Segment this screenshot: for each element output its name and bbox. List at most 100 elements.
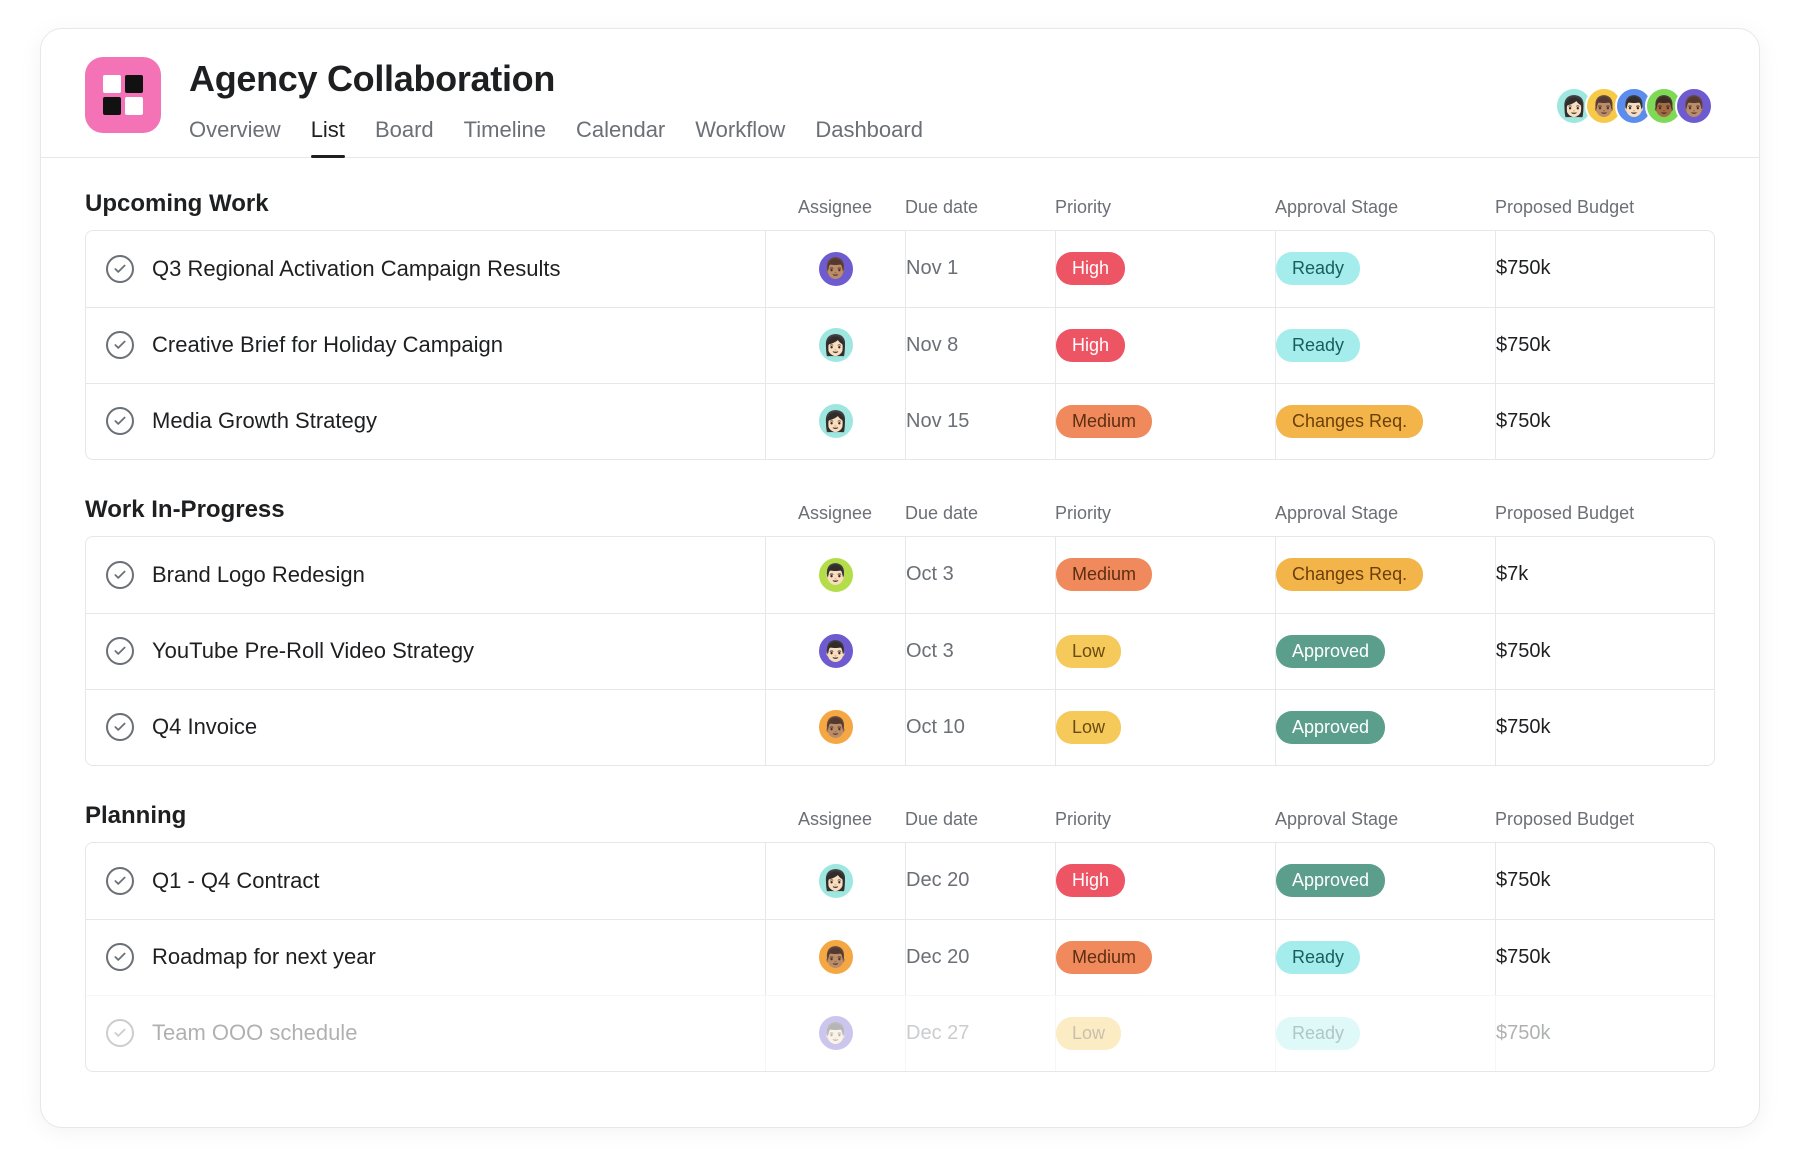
complete-check-icon[interactable]: [106, 407, 134, 435]
budget-cell[interactable]: $750k: [1496, 690, 1696, 765]
assignee-cell[interactable]: 👩🏻: [766, 308, 906, 383]
complete-check-icon[interactable]: [106, 255, 134, 283]
task-cell[interactable]: Q3 Regional Activation Campaign Results: [86, 231, 766, 307]
priority-cell[interactable]: Low: [1056, 996, 1276, 1071]
due-date-cell[interactable]: Oct 10: [906, 690, 1056, 765]
task-cell[interactable]: Q1 - Q4 Contract: [86, 843, 766, 919]
tab-list[interactable]: List: [311, 117, 345, 157]
assignee-avatar[interactable]: 👨🏽: [817, 938, 855, 976]
assignee-cell[interactable]: 👨🏽: [766, 920, 906, 995]
table-row[interactable]: Roadmap for next year 👨🏽 Dec 20Medium Ready…: [86, 919, 1714, 995]
assignee-avatar[interactable]: 👩🏻: [817, 862, 855, 900]
due-date-cell[interactable]: Nov 15: [906, 384, 1056, 459]
complete-check-icon[interactable]: [106, 561, 134, 589]
assignee-cell[interactable]: 👩🏻: [766, 843, 906, 919]
assignee-avatar[interactable]: 👨🏻: [817, 1014, 855, 1052]
budget-cell[interactable]: $750k: [1496, 920, 1696, 995]
complete-check-icon[interactable]: [106, 637, 134, 665]
table-row[interactable]: Q1 - Q4 Contract 👩🏻 Dec 20HighApproved$750…: [86, 843, 1714, 919]
assignee-avatar[interactable]: 👨🏽: [817, 250, 855, 288]
approval-stage-cell[interactable]: Ready: [1276, 308, 1496, 383]
table-row[interactable]: YouTube Pre-Roll Video Strategy 👨🏻 Oct 3Lo…: [86, 613, 1714, 689]
assignee-avatar[interactable]: 👨🏻: [817, 632, 855, 670]
task-cell[interactable]: Team OOO schedule: [86, 996, 766, 1071]
priority-pill: Medium: [1056, 941, 1152, 974]
due-date-cell[interactable]: Dec 20: [906, 920, 1056, 995]
tab-dashboard[interactable]: Dashboard: [815, 117, 923, 157]
tab-calendar[interactable]: Calendar: [576, 117, 665, 157]
table-row[interactable]: Creative Brief for Holiday Campaign 👩🏻 Nov…: [86, 307, 1714, 383]
assignee-cell[interactable]: 👩🏻: [766, 384, 906, 459]
complete-check-icon[interactable]: [106, 1019, 134, 1047]
budget-cell[interactable]: $750k: [1496, 996, 1696, 1071]
priority-cell[interactable]: Medium: [1056, 920, 1276, 995]
assignee-avatar[interactable]: 👩🏻: [817, 402, 855, 440]
approval-stage-cell[interactable]: Ready: [1276, 920, 1496, 995]
approval-stage-cell[interactable]: Ready: [1276, 996, 1496, 1071]
member-avatar[interactable]: 👨🏽: [1675, 87, 1713, 125]
priority-cell[interactable]: Medium: [1056, 537, 1276, 613]
priority-cell[interactable]: High: [1056, 308, 1276, 383]
budget-cell[interactable]: $750k: [1496, 384, 1696, 459]
budget-cell[interactable]: $750k: [1496, 843, 1696, 919]
assignee-cell[interactable]: 👨🏻: [766, 537, 906, 613]
table-row[interactable]: Team OOO schedule 👨🏻 Dec 27LowReady $750k: [86, 995, 1714, 1071]
due-date-cell[interactable]: Nov 8: [906, 308, 1056, 383]
task-name: Media Growth Strategy: [152, 408, 377, 434]
column-header-approval_stage: Approval Stage: [1275, 503, 1495, 524]
approval-stage-cell[interactable]: Ready: [1276, 231, 1496, 307]
priority-cell[interactable]: High: [1056, 843, 1276, 919]
task-table: Q1 - Q4 Contract👩🏻Dec 20HighApproved$750…: [85, 842, 1715, 1072]
budget-cell[interactable]: $750k: [1496, 231, 1696, 307]
assignee-avatar[interactable]: 👩🏻: [817, 326, 855, 364]
priority-cell[interactable]: Medium: [1056, 384, 1276, 459]
task-cell[interactable]: Media Growth Strategy: [86, 384, 766, 459]
table-row[interactable]: Q3 Regional Activation Campaign Results 👨…: [86, 231, 1714, 307]
table-row[interactable]: Media Growth Strategy 👩🏻 Nov 15MediumChang…: [86, 383, 1714, 459]
column-header-assignee: Assignee: [765, 503, 905, 524]
task-cell[interactable]: YouTube Pre-Roll Video Strategy: [86, 614, 766, 689]
priority-cell[interactable]: High: [1056, 231, 1276, 307]
due-date-cell[interactable]: Oct 3: [906, 537, 1056, 613]
task-cell[interactable]: Roadmap for next year: [86, 920, 766, 995]
approval-stage-cell[interactable]: Changes Req.: [1276, 537, 1496, 613]
approval-stage-cell[interactable]: Approved: [1276, 614, 1496, 689]
approval-stage-cell[interactable]: Approved: [1276, 690, 1496, 765]
assignee-cell[interactable]: 👨🏽: [766, 231, 906, 307]
complete-check-icon[interactable]: [106, 867, 134, 895]
tab-board[interactable]: Board: [375, 117, 434, 157]
budget-cell[interactable]: $750k: [1496, 614, 1696, 689]
budget-cell[interactable]: $750k: [1496, 308, 1696, 383]
due-date-cell[interactable]: Dec 27: [906, 996, 1056, 1071]
table-row[interactable]: Brand Logo Redesign 👨🏻 Oct 3Medium Changes …: [86, 537, 1714, 613]
project-member-avatars[interactable]: 👩🏻👨🏽👨🏻👨🏾👨🏽: [1563, 87, 1713, 125]
priority-cell[interactable]: Low: [1056, 690, 1276, 765]
approval-stage-pill: Ready: [1276, 329, 1360, 362]
priority-pill: Medium: [1056, 558, 1152, 591]
task-cell[interactable]: Q4 Invoice: [86, 690, 766, 765]
budget-cell[interactable]: $7k: [1496, 537, 1696, 613]
assignee-avatar[interactable]: 👨🏽: [817, 708, 855, 746]
tab-timeline[interactable]: Timeline: [464, 117, 546, 157]
approval-stage-cell[interactable]: Approved: [1276, 843, 1496, 919]
task-cell[interactable]: Brand Logo Redesign: [86, 537, 766, 613]
assignee-cell[interactable]: 👨🏻: [766, 996, 906, 1071]
tab-workflow[interactable]: Workflow: [695, 117, 785, 157]
table-row[interactable]: Q4 Invoice 👨🏽 Oct 10LowApproved$750k: [86, 689, 1714, 765]
due-date-cell[interactable]: Dec 20: [906, 843, 1056, 919]
column-header-priority: Priority: [1055, 503, 1275, 524]
task-cell[interactable]: Creative Brief for Holiday Campaign: [86, 308, 766, 383]
tab-overview[interactable]: Overview: [189, 117, 281, 157]
complete-check-icon[interactable]: [106, 331, 134, 359]
due-date-cell[interactable]: Oct 3: [906, 614, 1056, 689]
approval-stage-cell[interactable]: Changes Req.: [1276, 384, 1496, 459]
assignee-cell[interactable]: 👨🏽: [766, 690, 906, 765]
complete-check-icon[interactable]: [106, 713, 134, 741]
complete-check-icon[interactable]: [106, 943, 134, 971]
assignee-cell[interactable]: 👨🏻: [766, 614, 906, 689]
section: Upcoming WorkAssigneeDue datePriorityApp…: [85, 190, 1715, 460]
due-date-cell[interactable]: Nov 1: [906, 231, 1056, 307]
priority-cell[interactable]: Low: [1056, 614, 1276, 689]
assignee-avatar[interactable]: 👨🏻: [817, 556, 855, 594]
approval-stage-pill: Ready: [1276, 1017, 1360, 1050]
